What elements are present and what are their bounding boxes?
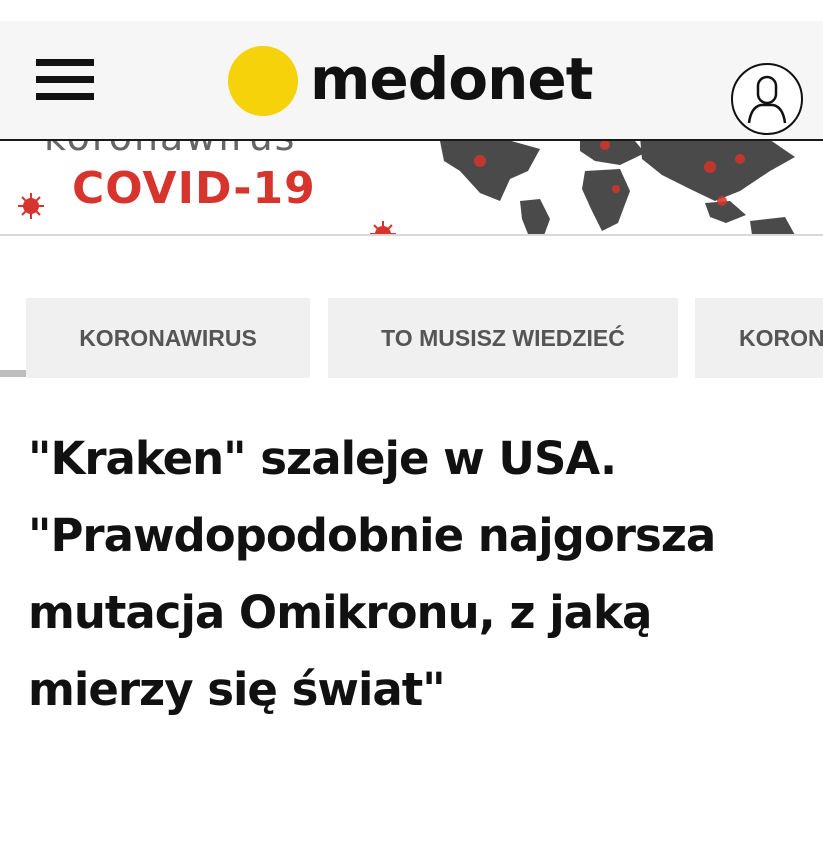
- hamburger-line: [36, 59, 94, 66]
- tab-koronawirus-2[interactable]: KORONAWIRUS: [695, 298, 823, 378]
- user-profile-button[interactable]: [731, 63, 803, 135]
- banner-top-text: koronawirus: [44, 141, 296, 159]
- tab-to-musisz-wiedziec[interactable]: TO MUSISZ WIEDZIEĆ: [328, 298, 678, 378]
- virus-icon: [370, 221, 396, 234]
- top-spacer: [0, 0, 823, 21]
- logo-dot-icon: [228, 46, 298, 116]
- hamburger-line: [36, 93, 94, 100]
- covid-banner[interactable]: koronawirus COVID-19: [0, 141, 823, 236]
- tab-scroll-indicator: [0, 370, 26, 377]
- tab-label: KORONAWIRUS: [739, 324, 823, 351]
- banner-title: COVID-19: [72, 163, 316, 214]
- category-tabs: KORONAWIRUS TO MUSISZ WIEDZIEĆ KORONAWIR…: [0, 236, 823, 378]
- user-profile-icon: [747, 75, 787, 124]
- menu-button[interactable]: [36, 57, 94, 103]
- site-header: medonet: [0, 21, 823, 141]
- logo-text: medonet: [310, 45, 593, 113]
- virus-icon: [18, 193, 44, 219]
- world-map-icon: [440, 141, 795, 234]
- site-logo[interactable]: medonet: [228, 43, 593, 119]
- article-headline[interactable]: "Kraken" szaleje w USA. "Prawdopodobnie …: [28, 420, 808, 728]
- tab-koronawirus[interactable]: KORONAWIRUS: [26, 298, 310, 378]
- hamburger-line: [36, 76, 94, 83]
